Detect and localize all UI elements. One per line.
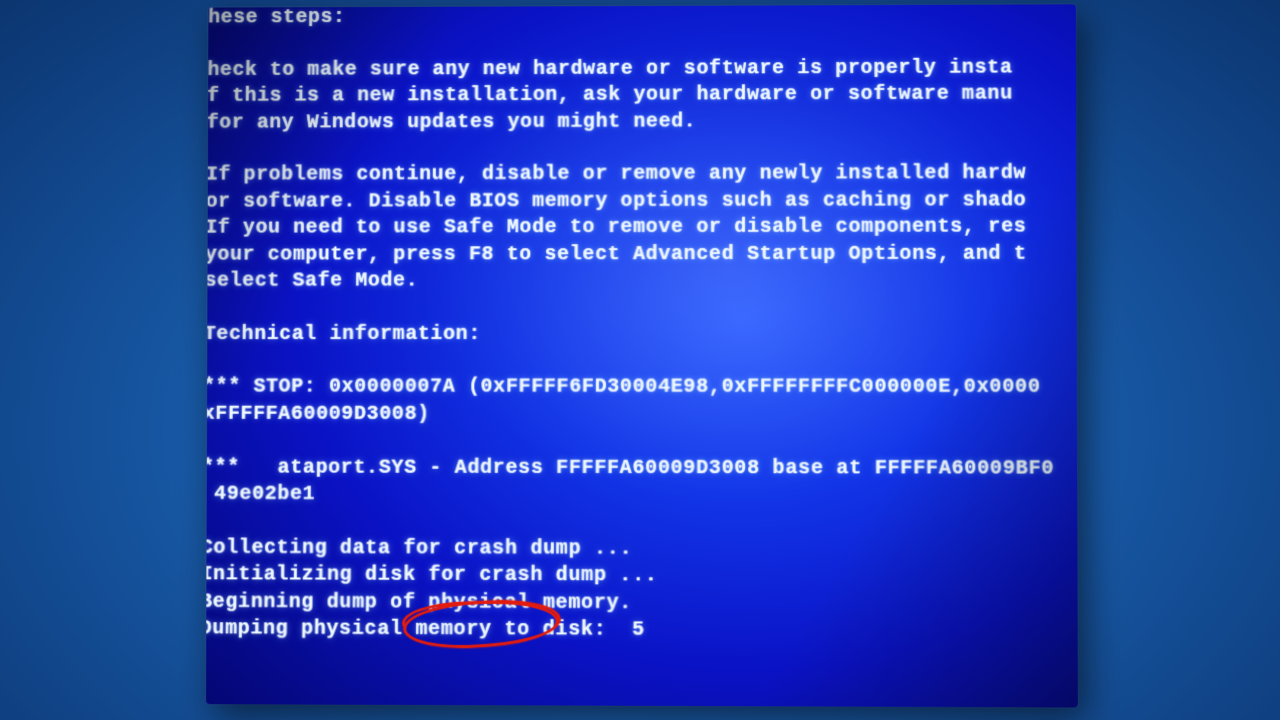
bsod-screen: hese steps: heck to make sure any new ha… [206, 4, 1078, 707]
bsod-screenshot-photo: hese steps: heck to make sure any new ha… [206, 4, 1078, 707]
bsod-line: hese steps: [208, 6, 345, 29]
bsod-stop-code: xFFFFFA60009D3008) [206, 402, 430, 425]
bsod-dump-line: Collecting data for [206, 536, 454, 560]
bsod-line: select Safe Mode. [206, 269, 418, 292]
bsod-line: If problems continue, disable or remove … [206, 162, 1026, 187]
bsod-driver-line: 49e02be1 [206, 483, 315, 507]
bsod-stop-code: *** STOP: 0x0000007A (0xFFFFF6FD30004E98… [206, 376, 1041, 400]
bsod-line: for any Windows updates you might need. [207, 110, 697, 134]
bsod-crash-dump-text: crash dump [454, 537, 581, 561]
bsod-text-block: hese steps: heck to make sure any new ha… [206, 4, 1078, 646]
bsod-line: your computer, press F8 to select Advanc… [206, 242, 1027, 266]
bsod-driver-line: *** ataport.SYS - Address FFFFFA60009D30… [206, 456, 1054, 480]
bsod-technical-header: Technical information: [206, 323, 481, 346]
bsod-dump-line: Beginning dump of physical memory. [206, 590, 632, 615]
bsod-line: f this is a new installation, ask your h… [207, 83, 1013, 108]
bsod-line: heck to make sure any new hardware or so… [207, 56, 1012, 81]
bsod-dump-line: Dumping physical memory to disk: 5 [206, 617, 645, 642]
bsod-line: or software. Disable BIOS memory options… [206, 189, 1026, 213]
bsod-line: If you need to use Safe Mode to remove o… [206, 215, 1027, 239]
bsod-dump-line: Initializing disk for crash dump ... [206, 563, 658, 588]
bsod-dump-line: ... [581, 537, 632, 561]
